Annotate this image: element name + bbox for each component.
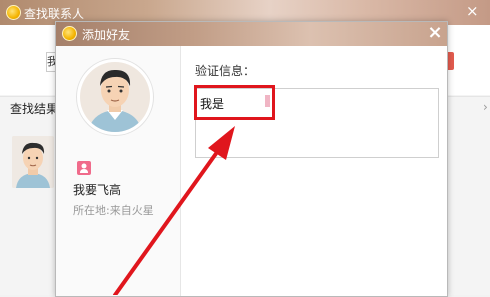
female-gender-icon — [77, 161, 91, 175]
chevron-right-icon[interactable]: › — [483, 100, 488, 114]
user-nickname: 我要飞高 — [73, 183, 122, 197]
location-value: 来自火星 — [109, 204, 154, 217]
location-label: 所在地: — [73, 204, 110, 217]
dialog-titlebar[interactable]: 添加好友 × — [56, 22, 447, 46]
dialog-title: 添加好友 — [82, 28, 131, 42]
verify-label: 验证信息： — [195, 64, 256, 78]
avatar-image — [80, 62, 150, 132]
background-close-icon[interactable]: × — [466, 4, 479, 19]
qq-logo-icon — [6, 5, 21, 20]
close-icon[interactable]: × — [425, 23, 445, 43]
background-window-title: 查找联系人 — [24, 7, 85, 21]
add-friend-dialog: 添加好友 × 我要飞高 所在地:来自火星 验证信息： 我是 — [55, 21, 448, 297]
user-location: 所在地:来自火星 — [73, 202, 154, 218]
results-label: 查找结果 — [10, 102, 59, 116]
user-profile-panel: 我要飞高 所在地:来自火星 — [56, 46, 181, 296]
avatar — [77, 59, 153, 135]
highlight-annotation — [194, 85, 275, 120]
qq-logo-icon — [62, 26, 77, 41]
result-avatar[interactable] — [12, 136, 54, 188]
result-avatar-image — [12, 136, 54, 188]
